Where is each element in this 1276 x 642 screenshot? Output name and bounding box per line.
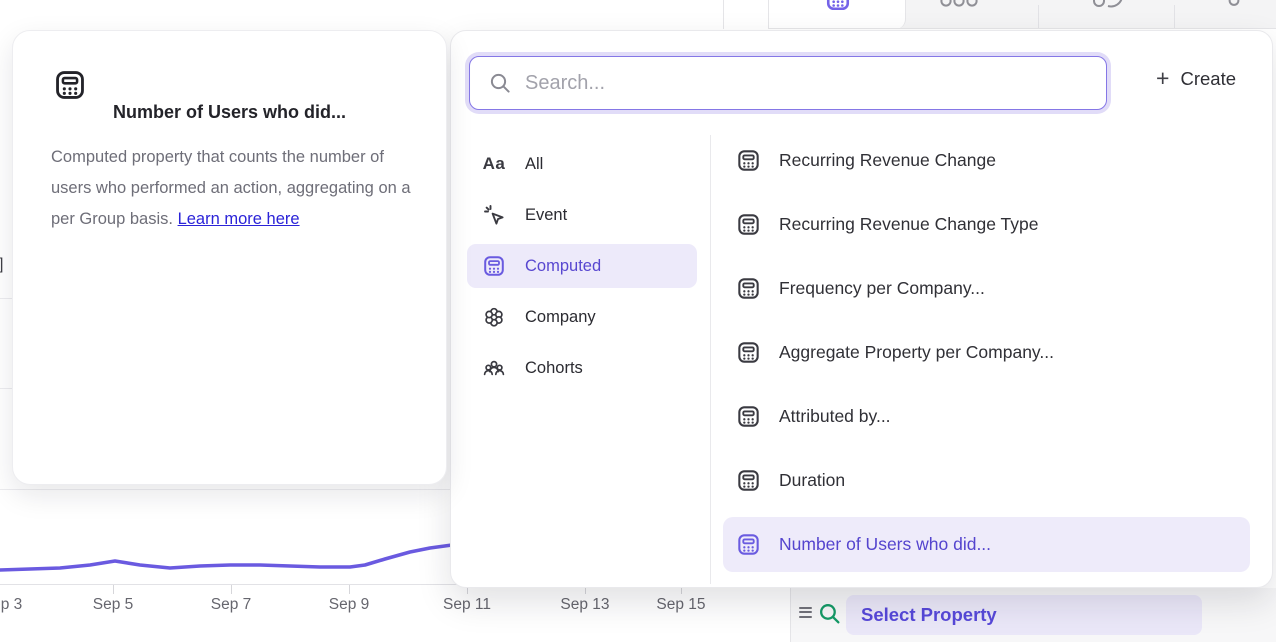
funnel-tab-icon[interactable] bbox=[1227, 0, 1241, 9]
calculator-icon bbox=[736, 468, 761, 493]
category-cohorts[interactable]: Cohorts bbox=[467, 346, 697, 390]
chart-line bbox=[0, 545, 452, 570]
popup-column-divider bbox=[710, 135, 711, 584]
category-all[interactable]: Aa All bbox=[467, 142, 697, 186]
search-input[interactable] bbox=[525, 72, 1106, 95]
card-description: Computed property that counts the number… bbox=[51, 142, 423, 235]
section-divider bbox=[0, 489, 452, 490]
category-event[interactable]: Event bbox=[467, 193, 697, 237]
property-item-label: Attributed by... bbox=[779, 406, 891, 427]
x-axis-label: Sep 3 bbox=[0, 596, 37, 614]
property-item[interactable]: Frequency per Company... bbox=[723, 261, 1250, 316]
property-picker-popup: + Create Aa All Event bbox=[450, 30, 1273, 588]
category-list: Aa All Event bbox=[467, 142, 697, 397]
calculator-icon bbox=[736, 340, 761, 365]
category-label: Cohorts bbox=[525, 359, 583, 378]
property-item[interactable]: Recurring Revenue Change bbox=[723, 133, 1250, 188]
select-property-label: Select Property bbox=[861, 604, 997, 626]
category-label: Event bbox=[525, 206, 567, 225]
page-divider-fragment bbox=[0, 298, 12, 299]
app-canvas: y] Sep 3 Sep 5 Sep 7 Sep 9 Sep 11 Sep 13… bbox=[0, 0, 1276, 642]
property-info-card: Number of Users who did... Computed prop… bbox=[12, 30, 447, 485]
x-axis-label: Sep 15 bbox=[646, 596, 716, 614]
search-box bbox=[469, 56, 1107, 110]
computed-tab-icon bbox=[825, 0, 851, 12]
text-aa-icon: Aa bbox=[482, 152, 506, 176]
learn-more-link[interactable]: Learn more here bbox=[178, 210, 300, 228]
category-computed[interactable]: Computed bbox=[467, 244, 697, 288]
property-item[interactable]: Attributed by... bbox=[723, 389, 1250, 444]
x-axis-label: Sep 7 bbox=[196, 596, 266, 614]
retention-tab-icon[interactable] bbox=[1091, 0, 1125, 12]
x-tick bbox=[349, 585, 350, 594]
category-label: All bbox=[525, 155, 543, 174]
x-tick bbox=[231, 585, 232, 594]
x-axis-label: Sep 5 bbox=[78, 596, 148, 614]
calculator-icon bbox=[736, 212, 761, 237]
page-vertical-divider bbox=[723, 0, 724, 29]
calculator-icon bbox=[482, 254, 506, 278]
calculator-icon bbox=[736, 276, 761, 301]
property-item-label: Number of Users who did... bbox=[779, 534, 991, 555]
page-divider-fragment bbox=[0, 388, 12, 389]
tab-separator bbox=[1038, 5, 1039, 29]
create-button[interactable]: + Create bbox=[1156, 67, 1236, 90]
property-item[interactable]: Duration bbox=[723, 453, 1250, 508]
clipped-page-text: y] bbox=[0, 256, 3, 274]
view-tabbar bbox=[768, 0, 1276, 29]
calculator-icon bbox=[736, 404, 761, 429]
property-list: Recurring Revenue Change Recurring Reven… bbox=[723, 133, 1250, 581]
tab-computed-active[interactable] bbox=[769, 0, 906, 29]
x-tick bbox=[113, 585, 114, 594]
calculator-icon bbox=[736, 148, 761, 173]
card-title: Number of Users who did... bbox=[113, 102, 346, 123]
drag-handle-icon[interactable] bbox=[799, 607, 812, 618]
company-flower-icon bbox=[482, 305, 506, 329]
property-item-label: Aggregate Property per Company... bbox=[779, 342, 1054, 363]
calculator-icon bbox=[53, 68, 87, 102]
bars-tab-icon[interactable] bbox=[939, 0, 979, 10]
property-item[interactable]: Recurring Revenue Change Type bbox=[723, 197, 1250, 252]
category-label: Computed bbox=[525, 257, 601, 276]
select-property-field[interactable]: Select Property bbox=[846, 595, 1202, 635]
query-builder-row: Select Property bbox=[790, 588, 1276, 642]
tab-separator bbox=[1174, 5, 1175, 29]
property-item[interactable]: Aggregate Property per Company... bbox=[723, 325, 1250, 380]
x-axis-label: Sep 13 bbox=[550, 596, 620, 614]
metric-line-chart bbox=[0, 543, 460, 588]
property-item-label: Duration bbox=[779, 470, 845, 491]
create-button-label: Create bbox=[1180, 68, 1236, 90]
category-label: Company bbox=[525, 308, 596, 327]
property-item-label: Frequency per Company... bbox=[779, 278, 985, 299]
event-cursor-spark-icon bbox=[482, 203, 506, 227]
calculator-icon bbox=[736, 532, 761, 557]
x-axis-label: Sep 11 bbox=[432, 596, 502, 614]
cohorts-people-icon bbox=[482, 356, 506, 380]
category-company[interactable]: Company bbox=[467, 295, 697, 339]
property-item-selected[interactable]: Number of Users who did... bbox=[723, 517, 1250, 572]
property-item-label: Recurring Revenue Change Type bbox=[779, 214, 1038, 235]
search-icon bbox=[488, 71, 512, 95]
property-item-label: Recurring Revenue Change bbox=[779, 150, 996, 171]
plus-icon: + bbox=[1156, 67, 1169, 90]
x-axis-label: Sep 9 bbox=[314, 596, 384, 614]
event-search-icon bbox=[817, 601, 842, 626]
